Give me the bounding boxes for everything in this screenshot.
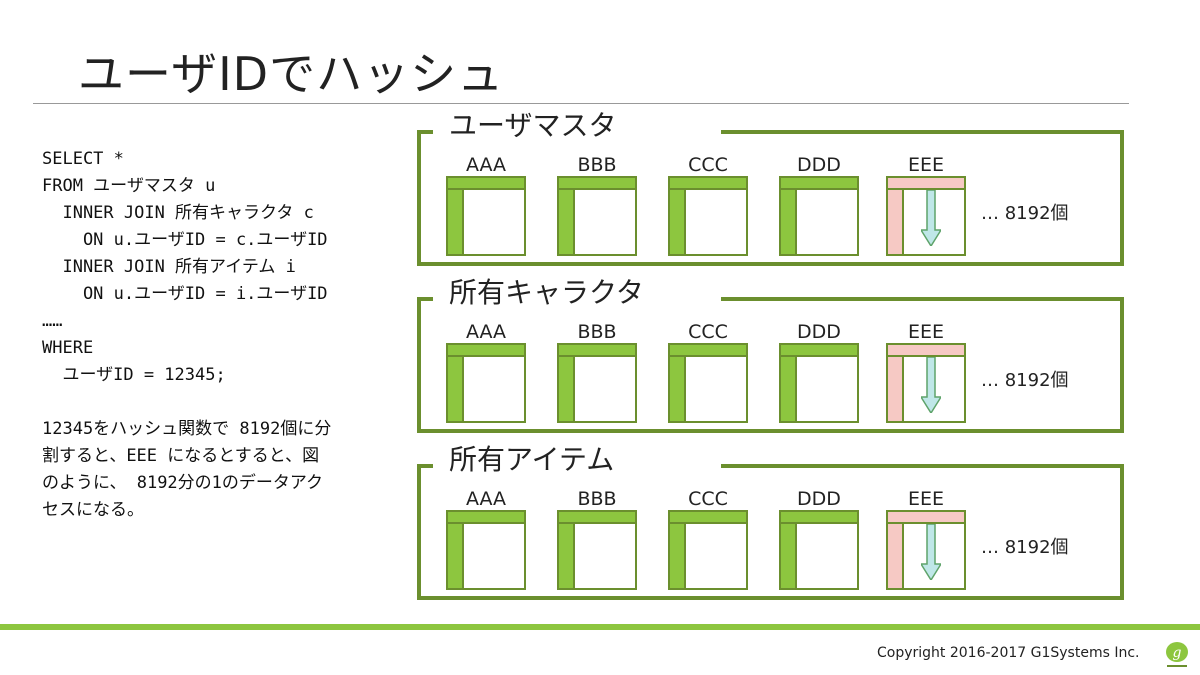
sql-line: SELECT * [42,149,124,169]
table-group-owned-items: 所有アイテム AAA BBB CCC DDD EEE … 8192個 [417,442,1124,600]
note-line: 割すると、EEE になるとすると、図 [42,446,320,466]
g1-logo-icon: g [1166,642,1188,667]
partition-label: BBB [577,321,617,343]
sql-query: SELECT * FROM ユーザマスタ u INNER JOIN 所有キャラク… [42,146,407,389]
partition-label: CCC [688,488,728,510]
partition-label: DDD [797,321,841,343]
partition-eee: EEE [886,154,966,256]
partition-bbb: BBB [557,321,637,423]
partition-table-hit [886,343,966,423]
group-label: ユーザマスタ [443,108,623,144]
partition-label: BBB [577,154,617,176]
partition-ddd: DDD [779,321,859,423]
partition-count: … 8192個 [981,203,1069,224]
copyright-text: Copyright 2016-2017 G1Systems Inc. [877,645,1140,661]
down-arrow-icon [921,524,941,580]
partition-label: CCC [688,154,728,176]
sql-line: FROM ユーザマスタ u [42,176,216,196]
partition-label: AAA [465,321,507,343]
sql-line: ON u.ユーザID = c.ユーザID [42,230,328,250]
partition-label: EEE [907,154,944,176]
partition-label: DDD [797,154,841,176]
explanation-text: 12345をハッシュ関数で 8192個に分 割すると、EEE になるとすると、図… [42,416,407,524]
partition-table [668,510,748,590]
partition-table [446,176,526,256]
partition-ccc: CCC [668,488,748,590]
partition-bbb: BBB [557,488,637,590]
partition-eee: EEE [886,488,966,590]
partition-aaa: AAA [446,488,526,590]
down-arrow-icon [921,357,941,413]
sql-line: ON u.ユーザID = i.ユーザID [42,284,328,304]
down-arrow-icon [921,190,941,246]
partition-table [779,176,859,256]
partition-count: … 8192個 [981,537,1069,558]
partition-label: AAA [465,488,507,510]
partition-table [668,176,748,256]
partition-eee: EEE [886,321,966,423]
partition-table-hit [886,510,966,590]
group-label: 所有アイテム [443,442,621,478]
partition-ddd: DDD [779,488,859,590]
sql-line: INNER JOIN 所有アイテム i [42,257,296,277]
group-label: 所有キャラクタ [443,275,650,311]
partition-aaa: AAA [446,321,526,423]
partition-table-hit [886,176,966,256]
partition-label: BBB [577,488,617,510]
partition-label: AAA [465,154,507,176]
footer-bar [0,624,1200,630]
partition-table [779,343,859,423]
partition-ccc: CCC [668,321,748,423]
sql-line: ユーザID = 12345; [42,365,226,385]
note-line: セスになる。 [42,500,144,520]
note-line: のように、 8192分の1のデータアク [42,473,324,493]
partition-ddd: DDD [779,154,859,256]
partition-table [446,343,526,423]
partition-count: … 8192個 [981,370,1069,391]
partition-label: EEE [907,321,944,343]
partition-table [557,510,637,590]
table-group-user-master: ユーザマスタ AAA BBB CCC DDD EEE … 8192個 [417,108,1124,266]
sql-line: WHERE [42,338,94,358]
partition-table [779,510,859,590]
partition-ccc: CCC [668,154,748,256]
sql-line: …… [42,311,63,331]
partition-table [446,510,526,590]
table-group-owned-characters: 所有キャラクタ AAA BBB CCC DDD EEE … 8192個 [417,275,1124,433]
partition-table [557,343,637,423]
partition-bbb: BBB [557,154,637,256]
partition-label: CCC [688,321,728,343]
svg-text:g: g [1173,645,1182,661]
note-line: 12345をハッシュ関数で 8192個に分 [42,419,332,439]
partition-table [557,176,637,256]
partition-label: DDD [797,488,841,510]
partition-label: EEE [907,488,944,510]
page-title: ユーザIDでハッシュ [78,47,505,101]
sql-line: INNER JOIN 所有キャラクタ c [42,203,314,223]
partition-table [668,343,748,423]
title-divider [33,103,1129,104]
partition-aaa: AAA [446,154,526,256]
